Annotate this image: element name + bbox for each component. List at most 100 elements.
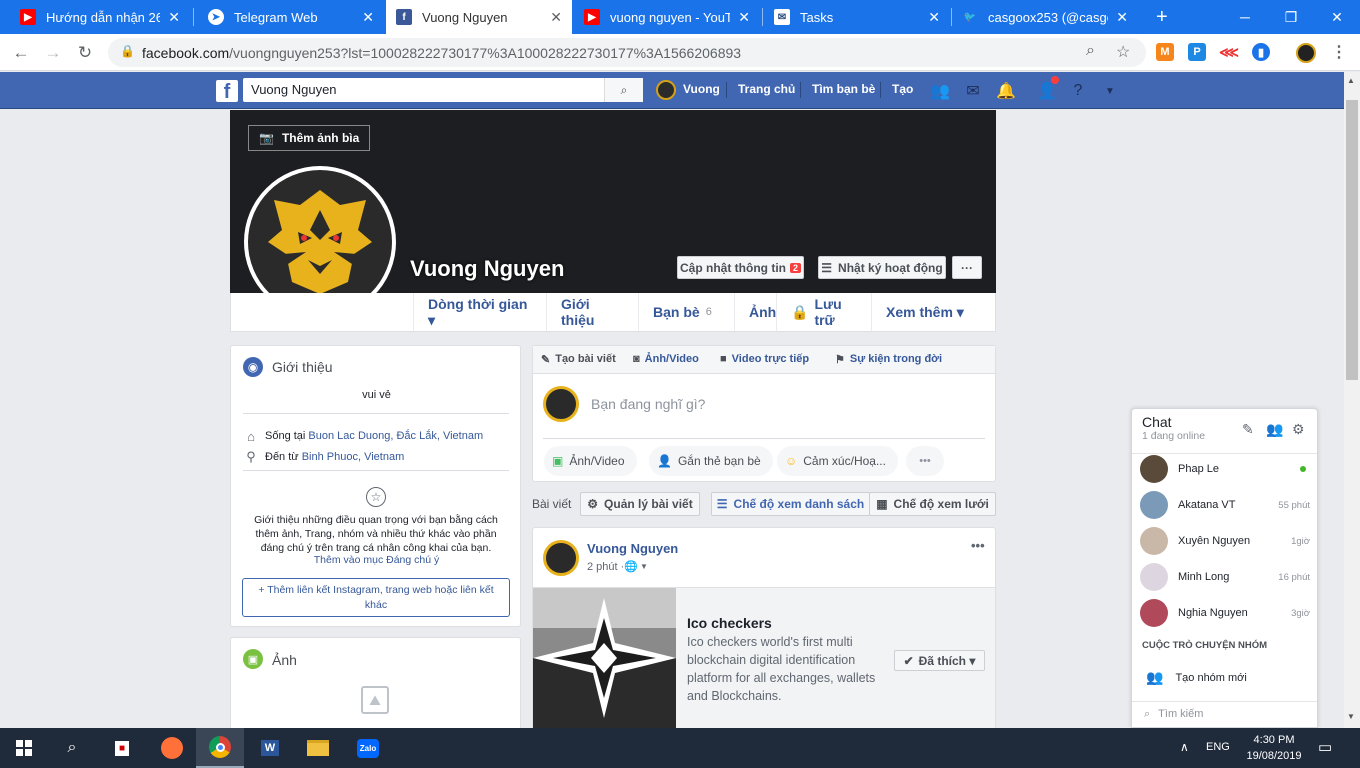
home-link[interactable]: Trang chủ (738, 82, 795, 96)
manage-posts-button[interactable]: ⚙ Quản lý bài viết (580, 492, 700, 516)
add-featured-link[interactable]: Thêm vào mục Đáng chú ý (231, 554, 522, 566)
new-message-icon[interactable]: ✎ (1242, 421, 1254, 438)
add-links-button[interactable]: + Thêm liên kết Instagram, trang web hoặ… (242, 578, 510, 617)
forward-icon[interactable]: → (40, 40, 66, 66)
notifications-icon[interactable]: 🔔 (996, 81, 1016, 101)
create-group-button[interactable]: 👥 Tạo nhóm mới (1146, 669, 1247, 686)
settings-gear-icon[interactable]: ⚙ (1292, 421, 1305, 438)
close-tab-icon[interactable]: ✕ (362, 9, 374, 26)
scroll-up-icon[interactable]: ▲ (1347, 76, 1355, 85)
tab-photos[interactable]: Ảnh (734, 293, 776, 331)
scroll-down-icon[interactable]: ▼ (1347, 712, 1355, 721)
more-options-button[interactable]: ••• (906, 446, 944, 476)
chat-contact[interactable]: Minh Long 16 phút (1140, 560, 1310, 594)
tag-friends-button[interactable]: 👤 Gắn thẻ bạn bè (649, 446, 773, 476)
post-menu-icon[interactable]: ••• (971, 538, 985, 553)
add-cover-button[interactable]: 📷 Thêm ảnh bìa (248, 125, 371, 151)
tray-expand-icon[interactable]: ∧ (1180, 740, 1189, 754)
profile-name[interactable]: Vuong Nguyen (410, 256, 564, 282)
extension-share-icon[interactable]: ⋘ (1219, 43, 1239, 61)
post-timestamp[interactable]: 2 phút · 🌐 ▼ (587, 560, 648, 574)
close-tab-icon[interactable]: ✕ (168, 9, 180, 26)
zalo-icon[interactable]: Zalo (344, 728, 392, 768)
star-icon[interactable]: ☆ (1116, 42, 1130, 62)
post-author-avatar[interactable] (543, 540, 579, 576)
chat-contact[interactable]: Akatana VT 55 phút (1140, 488, 1310, 522)
fb-search-input[interactable]: Vuong Nguyen (243, 78, 643, 102)
close-tab-icon[interactable]: ✕ (550, 9, 562, 26)
tab-archive[interactable]: 🔒 Lưu trữ (776, 293, 871, 331)
close-tab-icon[interactable]: ✕ (1116, 9, 1128, 26)
quick-help-people-icon[interactable]: 👤 (1037, 81, 1057, 101)
minimize-icon[interactable]: ─ (1222, 0, 1268, 34)
tab-timeline[interactable]: Dòng thời gian ▾ (413, 293, 546, 331)
word-icon[interactable]: W (246, 728, 294, 768)
grid-view-button[interactable]: ▦ Chế độ xem lưới (869, 492, 996, 516)
page-scrollbar[interactable]: ▲ ▼ (1344, 72, 1360, 728)
zoom-search-icon[interactable]: ⌕ (1086, 42, 1095, 60)
back-icon[interactable]: ← (8, 40, 34, 66)
account-menu-icon[interactable]: ▼ (1100, 81, 1120, 101)
tab-about[interactable]: Giới thiệu (546, 293, 638, 331)
search-icon[interactable]: ⌕ (48, 728, 96, 768)
file-explorer-icon[interactable] (294, 728, 342, 768)
tab-friends[interactable]: Bạn bè 6 (638, 293, 734, 331)
reload-icon[interactable]: ↻ (72, 40, 98, 66)
browser-tab[interactable]: ➤ Telegram Web ✕ (198, 0, 384, 34)
app-tool-icon[interactable]: ■ (98, 728, 146, 768)
new-group-icon[interactable]: 👥 (1266, 421, 1283, 438)
browser-tab[interactable]: ▶ Hướng dẫn nhận 260 t ✕ (10, 0, 190, 34)
friend-requests-icon[interactable]: 👥 (930, 81, 950, 101)
photo-video-button[interactable]: ▣ Ảnh/Video (544, 446, 637, 476)
composer-input[interactable]: Bạn đang nghĩ gì? (591, 396, 705, 412)
post-author-name[interactable]: Vuong Nguyen (587, 541, 678, 556)
extension-bookmark-icon[interactable]: ▮ (1252, 43, 1270, 61)
close-tab-icon[interactable]: ✕ (738, 9, 750, 26)
live-video-tab[interactable]: ■ Video trực tiếp (720, 353, 809, 365)
chat-contact[interactable]: Phap Le (1140, 452, 1310, 486)
profile-avatar[interactable] (1296, 43, 1316, 63)
extension-p-icon[interactable]: P (1188, 43, 1206, 61)
chat-search-input[interactable]: ⌕ Tìm kiếm (1144, 708, 1203, 721)
restore-icon[interactable]: ❐ (1268, 0, 1314, 34)
address-bar[interactable]: 🔒 facebook.com/vuongnguyen253?lst=100028… (108, 38, 1146, 67)
browser-tab-active[interactable]: f Vuong Nguyen ✕ (386, 0, 572, 34)
firefox-icon[interactable] (148, 728, 196, 768)
language-indicator[interactable]: ENG (1206, 741, 1230, 753)
from-link[interactable]: Binh Phuoc, Vietnam (302, 451, 405, 463)
user-avatar[interactable] (656, 80, 676, 100)
update-info-button[interactable]: Cập nhật thông tin 2 (677, 256, 804, 279)
life-event-tab[interactable]: ⚑ Sự kiện trong đời (835, 353, 942, 366)
browser-tab[interactable]: 🐦 casgoox253 (@casgoox ✕ (952, 0, 1138, 34)
notifications-icon[interactable]: ▭ (1318, 738, 1332, 756)
lives-in-link[interactable]: Buon Lac Duong, Đắc Lắk, Vietnam (308, 430, 483, 442)
chrome-icon[interactable] (196, 728, 244, 768)
chat-contact[interactable]: Nghia Nguyen 3giờ (1140, 596, 1310, 630)
messenger-icon[interactable]: ✉ (963, 81, 983, 101)
scrollbar-thumb[interactable] (1346, 100, 1358, 380)
close-window-icon[interactable]: ✕ (1314, 0, 1360, 34)
chat-contact[interactable]: Xuyên Nguyen 1giờ (1140, 524, 1310, 558)
new-tab-button[interactable]: + (1146, 0, 1176, 34)
profile-link[interactable]: Vuong (683, 82, 720, 96)
close-tab-icon[interactable]: ✕ (928, 9, 940, 26)
find-friends-link[interactable]: Tìm bạn bè (812, 82, 875, 96)
facebook-logo-icon[interactable]: f (216, 80, 238, 102)
create-post-tab[interactable]: ✎ Tạo bài viết (541, 353, 616, 366)
liked-page-button[interactable]: ✔ Đã thích ▾ (894, 650, 985, 671)
chrome-menu-icon[interactable]: ⋮ (1330, 43, 1348, 61)
clock[interactable]: 4:30 PM 19/08/2019 (1244, 732, 1304, 764)
tab-more[interactable]: Xem thêm ▾ (871, 293, 995, 331)
activity-log-button[interactable]: ☰ Nhật ký hoạt động (818, 256, 946, 279)
create-link[interactable]: Tạo (892, 82, 913, 96)
photo-video-tab[interactable]: ◙ Ảnh/Video (633, 353, 699, 365)
browser-tab[interactable]: ✉ Tasks ✕ (764, 0, 950, 34)
windows-start-icon[interactable] (0, 728, 48, 768)
browser-tab[interactable]: ▶ vuong nguyen - YouTub ✕ (574, 0, 760, 34)
feeling-button[interactable]: ☺ Cảm xúc/Hoạ... (777, 446, 898, 476)
metamask-icon[interactable]: M (1156, 43, 1174, 61)
list-view-button[interactable]: ☰ Chế độ xem danh sách (711, 492, 870, 516)
more-button[interactable]: ··· (952, 256, 982, 279)
help-icon[interactable]: ? (1068, 81, 1088, 101)
search-icon[interactable]: ⌕ (604, 78, 643, 102)
